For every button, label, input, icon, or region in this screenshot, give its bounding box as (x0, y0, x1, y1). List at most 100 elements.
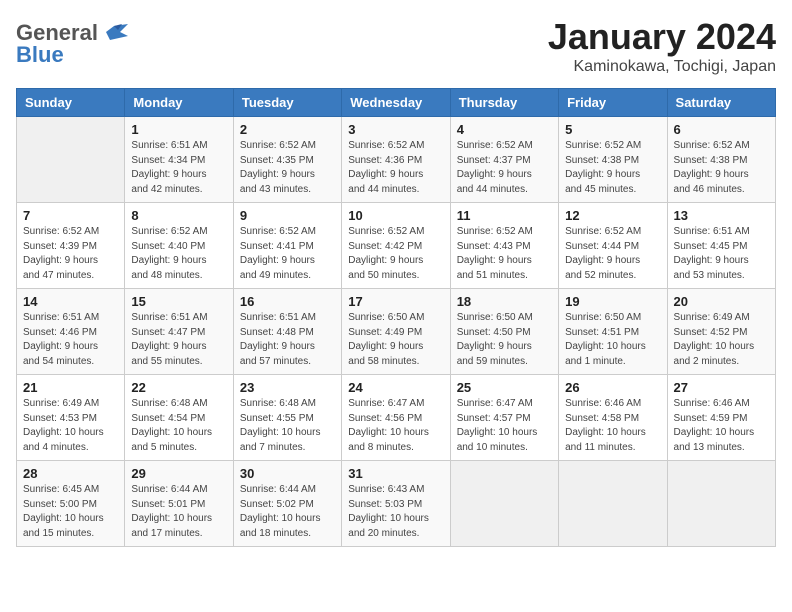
calendar-cell: 1Sunrise: 6:51 AMSunset: 4:34 PMDaylight… (125, 117, 233, 203)
calendar-table: SundayMondayTuesdayWednesdayThursdayFrid… (16, 88, 776, 547)
day-number: 20 (674, 294, 769, 309)
day-number: 2 (240, 122, 335, 137)
calendar-cell: 22 Sunrise: 6:48 AMSunset: 4:54 PMDayligh… (125, 375, 233, 461)
day-number: 8 (131, 208, 226, 223)
day-number: 22 (131, 380, 226, 395)
calendar-cell: 16 Sunrise: 6:51 AMSunset: 4:48 PMDayligh… (233, 289, 341, 375)
day-number: 18 (457, 294, 552, 309)
day-number: 1 (131, 122, 226, 137)
day-number: 27 (674, 380, 769, 395)
day-info: Sunrise: 6:49 AMSunset: 4:53 PMDaylight:… (23, 397, 118, 455)
calendar-cell: 23 Sunrise: 6:48 AMSunset: 4:55 PMDayligh… (233, 375, 341, 461)
calendar-cell (450, 461, 558, 547)
col-header-friday: Friday (559, 89, 667, 117)
day-info: Sunrise: 6:50 AMSunset: 4:51 PMDaylight:… (565, 311, 660, 369)
day-number: 6 (674, 122, 769, 137)
day-info: Sunrise: 6:52 AMSunset: 4:42 PMDaylight:… (348, 225, 443, 283)
logo-blue-text: Blue (16, 42, 64, 68)
month-year-title: January 2024 (548, 16, 776, 58)
day-info: Sunrise: 6:45 AMSunset: 5:00 PMDaylight:… (23, 483, 118, 541)
calendar-cell: 31Sunrise: 6:43 AMSunset: 5:03 PMDayligh… (342, 461, 450, 547)
day-number: 26 (565, 380, 660, 395)
day-number: 12 (565, 208, 660, 223)
day-info: Sunrise: 6:46 AMSunset: 4:59 PMDaylight:… (674, 397, 769, 455)
day-info: Sunrise: 6:52 AMSunset: 4:38 PMDaylight:… (565, 139, 660, 197)
calendar-cell: 26 Sunrise: 6:46 AMSunset: 4:58 PMDayligh… (559, 375, 667, 461)
day-info: Sunrise: 6:48 AMSunset: 4:54 PMDaylight:… (131, 397, 226, 455)
calendar-cell: 5 Sunrise: 6:52 AMSunset: 4:38 PMDaylight… (559, 117, 667, 203)
location-subtitle: Kaminokawa, Tochigi, Japan (548, 58, 776, 76)
calendar-cell: 3 Sunrise: 6:52 AMSunset: 4:36 PMDaylight… (342, 117, 450, 203)
col-header-monday: Monday (125, 89, 233, 117)
day-number: 13 (674, 208, 769, 223)
day-info: Sunrise: 6:43 AMSunset: 5:03 PMDaylight:… (348, 483, 443, 541)
day-info: Sunrise: 6:52 AMSunset: 4:35 PMDaylight:… (240, 139, 335, 197)
calendar-cell: 15Sunrise: 6:51 AMSunset: 4:47 PMDayligh… (125, 289, 233, 375)
day-number: 16 (240, 294, 335, 309)
calendar-cell: 27 Sunrise: 6:46 AMSunset: 4:59 PMDayligh… (667, 375, 775, 461)
calendar-header-row: SundayMondayTuesdayWednesdayThursdayFrid… (17, 89, 776, 117)
title-area: January 2024 Kaminokawa, Tochigi, Japan (548, 16, 776, 76)
calendar-cell: 14Sunrise: 6:51 AMSunset: 4:46 PMDayligh… (17, 289, 125, 375)
calendar-cell: 21 Sunrise: 6:49 AMSunset: 4:53 PMDayligh… (17, 375, 125, 461)
col-header-tuesday: Tuesday (233, 89, 341, 117)
day-info: Sunrise: 6:52 AMSunset: 4:43 PMDaylight:… (457, 225, 552, 283)
day-info: Sunrise: 6:47 AMSunset: 4:56 PMDaylight:… (348, 397, 443, 455)
day-info: Sunrise: 6:52 AMSunset: 4:44 PMDaylight:… (565, 225, 660, 283)
calendar-cell: 4Sunrise: 6:52 AMSunset: 4:37 PMDaylight… (450, 117, 558, 203)
day-number: 19 (565, 294, 660, 309)
day-number: 23 (240, 380, 335, 395)
day-info: Sunrise: 6:50 AMSunset: 4:50 PMDaylight:… (457, 311, 552, 369)
day-info: Sunrise: 6:51 AMSunset: 4:48 PMDaylight:… (240, 311, 335, 369)
calendar-cell: 2 Sunrise: 6:52 AMSunset: 4:35 PMDaylight… (233, 117, 341, 203)
calendar-cell: 25Sunrise: 6:47 AMSunset: 4:57 PMDayligh… (450, 375, 558, 461)
calendar-cell: 12 Sunrise: 6:52 AMSunset: 4:44 PMDayligh… (559, 203, 667, 289)
col-header-saturday: Saturday (667, 89, 775, 117)
day-number: 9 (240, 208, 335, 223)
day-number: 30 (240, 466, 335, 481)
day-number: 24 (348, 380, 443, 395)
day-info: Sunrise: 6:52 AMSunset: 4:38 PMDaylight:… (674, 139, 769, 197)
day-number: 28 (23, 466, 118, 481)
day-number: 11 (457, 208, 552, 223)
day-number: 17 (348, 294, 443, 309)
header: General Blue January 2024 Kaminokawa, To… (16, 16, 776, 76)
calendar-cell: 7Sunrise: 6:52 AMSunset: 4:39 PMDaylight… (17, 203, 125, 289)
calendar-cell: 19 Sunrise: 6:50 AMSunset: 4:51 PMDayligh… (559, 289, 667, 375)
calendar-cell: 8 Sunrise: 6:52 AMSunset: 4:40 PMDaylight… (125, 203, 233, 289)
day-info: Sunrise: 6:46 AMSunset: 4:58 PMDaylight:… (565, 397, 660, 455)
day-info: Sunrise: 6:51 AMSunset: 4:45 PMDaylight:… (674, 225, 769, 283)
calendar-week-row: 21 Sunrise: 6:49 AMSunset: 4:53 PMDayligh… (17, 375, 776, 461)
day-number: 3 (348, 122, 443, 137)
day-number: 14 (23, 294, 118, 309)
logo-bird-icon (100, 22, 130, 44)
day-number: 29 (131, 466, 226, 481)
calendar-cell: 29Sunrise: 6:44 AMSunset: 5:01 PMDayligh… (125, 461, 233, 547)
calendar-week-row: 14Sunrise: 6:51 AMSunset: 4:46 PMDayligh… (17, 289, 776, 375)
day-number: 21 (23, 380, 118, 395)
col-header-thursday: Thursday (450, 89, 558, 117)
col-header-sunday: Sunday (17, 89, 125, 117)
calendar-cell: 13 Sunrise: 6:51 AMSunset: 4:45 PMDayligh… (667, 203, 775, 289)
day-info: Sunrise: 6:50 AMSunset: 4:49 PMDaylight:… (348, 311, 443, 369)
day-number: 15 (131, 294, 226, 309)
day-info: Sunrise: 6:44 AMSunset: 5:02 PMDaylight:… (240, 483, 335, 541)
day-info: Sunrise: 6:48 AMSunset: 4:55 PMDaylight:… (240, 397, 335, 455)
day-number: 7 (23, 208, 118, 223)
day-info: Sunrise: 6:52 AMSunset: 4:37 PMDaylight:… (457, 139, 552, 197)
calendar-cell: 6 Sunrise: 6:52 AMSunset: 4:38 PMDaylight… (667, 117, 775, 203)
col-header-wednesday: Wednesday (342, 89, 450, 117)
day-number: 5 (565, 122, 660, 137)
day-info: Sunrise: 6:52 AMSunset: 4:41 PMDaylight:… (240, 225, 335, 283)
calendar-cell: 20Sunrise: 6:49 AMSunset: 4:52 PMDayligh… (667, 289, 775, 375)
day-info: Sunrise: 6:52 AMSunset: 4:40 PMDaylight:… (131, 225, 226, 283)
day-info: Sunrise: 6:52 AMSunset: 4:36 PMDaylight:… (348, 139, 443, 197)
day-number: 25 (457, 380, 552, 395)
calendar-cell: 30 Sunrise: 6:44 AMSunset: 5:02 PMDayligh… (233, 461, 341, 547)
calendar-cell: 24 Sunrise: 6:47 AMSunset: 4:56 PMDayligh… (342, 375, 450, 461)
calendar-cell: 10Sunrise: 6:52 AMSunset: 4:42 PMDayligh… (342, 203, 450, 289)
calendar-week-row: 1Sunrise: 6:51 AMSunset: 4:34 PMDaylight… (17, 117, 776, 203)
calendar-cell (559, 461, 667, 547)
calendar-cell (667, 461, 775, 547)
logo: General Blue (16, 16, 130, 68)
